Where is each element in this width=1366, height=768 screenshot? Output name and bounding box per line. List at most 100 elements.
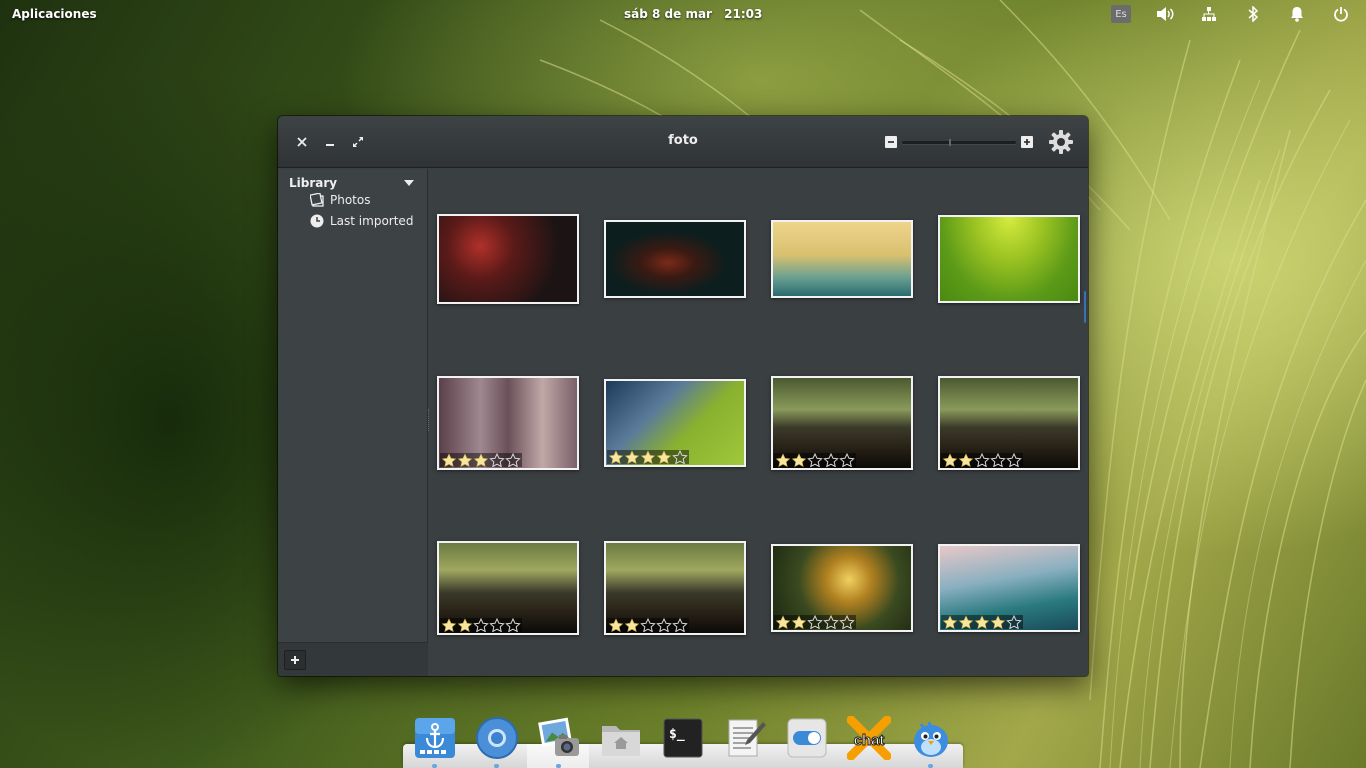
star-empty-icon[interactable] — [473, 618, 489, 632]
star-empty-icon[interactable] — [807, 615, 823, 629]
star-empty-icon[interactable] — [974, 453, 990, 467]
sidebar-item-photos[interactable]: Photos — [309, 191, 424, 209]
star-filled-icon[interactable] — [441, 453, 457, 467]
network-icon[interactable] — [1198, 4, 1220, 24]
star-filled-icon[interactable] — [656, 450, 672, 464]
titlebar[interactable]: foto — [278, 116, 1088, 168]
keyboard-layout-badge: Es — [1111, 5, 1131, 23]
sidebar-footer — [278, 642, 428, 676]
star-filled-icon[interactable] — [791, 615, 807, 629]
star-filled-icon[interactable] — [457, 453, 473, 467]
photo-thumbnail[interactable] — [604, 541, 746, 635]
photo-thumbnail[interactable] — [771, 376, 913, 470]
star-filled-icon[interactable] — [624, 618, 640, 632]
star-filled-icon[interactable] — [775, 453, 791, 467]
text-editor-icon[interactable] — [723, 716, 767, 760]
zoom-slider[interactable] — [902, 139, 1016, 146]
files-icon[interactable] — [599, 716, 643, 760]
star-filled-icon[interactable] — [624, 450, 640, 464]
chevron-down-icon[interactable] — [404, 180, 414, 186]
star-filled-icon[interactable] — [958, 615, 974, 629]
star-empty-icon[interactable] — [489, 453, 505, 467]
photos-window: foto Library Photos Last imported — [278, 116, 1088, 676]
star-rating[interactable] — [607, 450, 689, 464]
chat-app-label: chat — [854, 732, 885, 749]
zoom-in-button[interactable] — [1021, 136, 1033, 148]
star-rating[interactable] — [440, 618, 522, 632]
star-filled-icon[interactable] — [942, 453, 958, 467]
sidebar-item-last-imported[interactable]: Last imported — [309, 212, 424, 230]
library-header[interactable]: Library — [289, 176, 337, 190]
bird-app-icon[interactable] — [909, 716, 953, 760]
browser-icon[interactable] — [475, 716, 519, 760]
star-empty-icon[interactable] — [640, 618, 656, 632]
photos-app-icon[interactable] — [537, 716, 581, 760]
star-rating[interactable] — [774, 453, 856, 467]
zoom-out-button[interactable] — [885, 136, 897, 148]
photo-thumbnail[interactable] — [437, 541, 579, 635]
date-label: sáb 8 de mar — [624, 7, 712, 21]
star-filled-icon[interactable] — [990, 615, 1006, 629]
notifications-icon[interactable] — [1286, 4, 1308, 24]
scrollbar[interactable] — [1084, 291, 1086, 323]
photo-thumbnail[interactable] — [771, 544, 913, 632]
zoom-slider-handle[interactable] — [949, 139, 951, 146]
star-filled-icon[interactable] — [441, 618, 457, 632]
star-empty-icon[interactable] — [1006, 453, 1022, 467]
sidebar-item-label: Photos — [330, 193, 371, 207]
power-icon[interactable] — [1330, 4, 1352, 24]
star-filled-icon[interactable] — [974, 615, 990, 629]
add-button[interactable] — [284, 650, 306, 670]
star-filled-icon[interactable] — [473, 453, 489, 467]
star-empty-icon[interactable] — [823, 615, 839, 629]
photo-thumbnail[interactable] — [437, 376, 579, 470]
terminal-prompt-label: $_ — [669, 727, 685, 742]
star-empty-icon[interactable] — [839, 453, 855, 467]
star-filled-icon[interactable] — [791, 453, 807, 467]
star-empty-icon[interactable] — [505, 453, 521, 467]
photo-thumbnail[interactable] — [771, 220, 913, 298]
terminal-icon[interactable]: $_ — [661, 716, 705, 760]
running-indicator — [556, 764, 561, 768]
star-rating[interactable] — [941, 615, 1023, 629]
applications-menu[interactable]: Aplicaciones — [12, 7, 97, 21]
photo-thumbnail[interactable] — [938, 544, 1080, 632]
star-rating[interactable] — [774, 615, 856, 629]
photo-thumbnail[interactable] — [437, 214, 579, 304]
anchor-app-icon[interactable] — [413, 716, 457, 760]
star-empty-icon[interactable] — [990, 453, 1006, 467]
star-filled-icon[interactable] — [640, 450, 656, 464]
photo-grid — [429, 169, 1088, 676]
chat-app-icon[interactable]: chat — [846, 715, 892, 761]
clock[interactable]: sáb 8 de mar 21:03 — [624, 7, 770, 21]
star-rating[interactable] — [440, 453, 522, 467]
star-filled-icon[interactable] — [608, 618, 624, 632]
photo-thumbnail[interactable] — [604, 220, 746, 298]
star-rating[interactable] — [941, 453, 1023, 467]
bluetooth-icon[interactable] — [1242, 4, 1264, 24]
photo-thumbnail[interactable] — [938, 376, 1080, 470]
star-rating[interactable] — [607, 618, 689, 632]
star-empty-icon[interactable] — [839, 615, 855, 629]
star-empty-icon[interactable] — [807, 453, 823, 467]
star-filled-icon[interactable] — [942, 615, 958, 629]
star-empty-icon[interactable] — [823, 453, 839, 467]
star-empty-icon[interactable] — [1006, 615, 1022, 629]
star-filled-icon[interactable] — [958, 453, 974, 467]
top-panel: Aplicaciones sáb 8 de mar 21:03 Es — [0, 0, 1366, 28]
star-empty-icon[interactable] — [489, 618, 505, 632]
star-empty-icon[interactable] — [505, 618, 521, 632]
running-indicator — [432, 764, 437, 768]
photo-thumbnail[interactable] — [938, 215, 1080, 303]
star-filled-icon[interactable] — [775, 615, 791, 629]
star-empty-icon[interactable] — [656, 618, 672, 632]
sound-icon[interactable] — [1154, 4, 1176, 24]
star-empty-icon[interactable] — [672, 450, 688, 464]
settings-switch-icon[interactable] — [785, 716, 829, 760]
star-empty-icon[interactable] — [672, 618, 688, 632]
gear-icon[interactable] — [1048, 129, 1074, 155]
star-filled-icon[interactable] — [608, 450, 624, 464]
keyboard-layout-indicator[interactable]: Es — [1110, 4, 1132, 24]
star-filled-icon[interactable] — [457, 618, 473, 632]
photo-thumbnail[interactable] — [604, 379, 746, 467]
